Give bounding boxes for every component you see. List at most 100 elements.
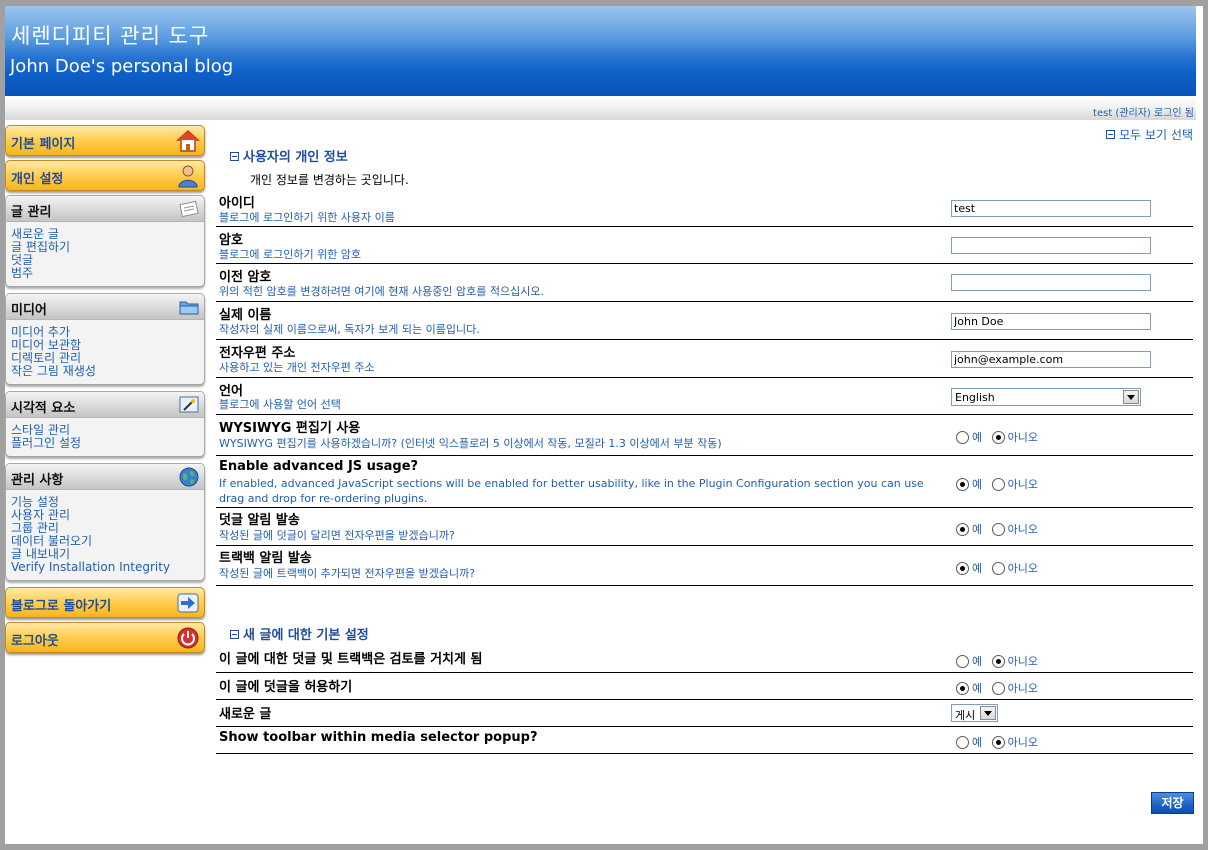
section-personal-info[interactable]: 사용자의 개인 정보: [230, 146, 348, 165]
field-label: 덧글 알림 발송: [219, 513, 300, 528]
radio-yes-label: 예: [972, 682, 983, 695]
menu-rebuild-thumbs[interactable]: 작은 그림 재생성: [11, 365, 199, 378]
field-language: 언어 블로그에 사용할 언어 선택 English: [216, 378, 1193, 415]
login-status: test (관리자) 로그인 됨: [1093, 108, 1194, 119]
advanced-js-radio-group: 예 아니오: [956, 476, 1044, 492]
field-label: Enable advanced JS usage?: [219, 459, 419, 474]
save-button[interactable]: 저장: [1151, 792, 1194, 814]
field-username: 아이디 블로그에 로그인하기 위한 사용자 이름: [216, 190, 1193, 227]
radio-yes[interactable]: [956, 735, 969, 749]
status-bar: test (관리자) 로그인 됨: [5, 96, 1196, 120]
field-label: 이 글에 대한 덧글 및 트랙백은 검토를 거치게 됨: [219, 652, 483, 667]
home-button[interactable]: 기본 페이지: [5, 125, 205, 156]
field-desc: If enabled, advanced JavaScript sections…: [219, 477, 924, 505]
folder-icon: [179, 301, 199, 315]
menu-edit-entries[interactable]: 글 편집하기: [11, 241, 199, 254]
password-input[interactable]: [951, 237, 1151, 254]
user-icon: [178, 165, 198, 188]
collapse-icon: [230, 152, 239, 161]
field-desc: 블로그에 사용할 언어 선택: [219, 398, 341, 411]
section-entry-defaults[interactable]: 새 글에 대한 기본 설정: [230, 624, 369, 643]
header-banner: 세렌디피티 관리 도구 John Doe's personal blog: [5, 6, 1196, 96]
radio-yes-label: 예: [972, 736, 983, 749]
field-media-toolbar: Show toolbar within media selector popup…: [216, 727, 1193, 754]
radio-no-label: 아니오: [1007, 431, 1038, 444]
field-comment-mail: 덧글 알림 발송 작성된 글에 덧글이 달리면 전자우편을 받겠습니까? 예 아…: [216, 508, 1193, 546]
menu-verify-integrity[interactable]: Verify Installation Integrity: [11, 561, 199, 574]
field-advanced-js: Enable advanced JS usage? If enabled, ad…: [216, 456, 1193, 508]
field-wysiwyg: WYSIWYG 편집기 사용 WYSIWYG 편집기를 사용하겠습니까? (인터…: [216, 415, 1193, 456]
house-icon: [176, 129, 200, 152]
section-defaults-title: 새 글에 대한 기본 설정: [243, 628, 369, 643]
username-input[interactable]: [951, 200, 1151, 217]
radio-no-label: 아니오: [1007, 562, 1038, 575]
radio-no[interactable]: [991, 430, 1005, 444]
field-desc: 작성된 글에 트랙백이 추가되면 전자우편을 받겠습니까?: [219, 567, 476, 580]
view-all-label: 모두 보기 선택: [1119, 128, 1193, 142]
media-panel: 미디어 미디어 추가 미디어 보관함 디렉토리 관리 작은 그림 재생성: [5, 293, 205, 385]
field-old-password: 이전 암호 위의 적힌 암호를 변경하려면 여기에 현재 사용중인 암호를 적으…: [216, 264, 1193, 302]
visual-panel: 시각적 요소 스타일 관리 플러그인 설정: [5, 391, 205, 457]
back-to-blog-button[interactable]: 블로그로 돌아가기: [5, 587, 205, 618]
field-label: 실제 이름: [219, 308, 272, 323]
entries-title: 글 관리: [11, 205, 52, 220]
field-new-entry-status: 새로운 글 게시: [216, 700, 1193, 727]
radio-yes-label: 예: [972, 478, 983, 491]
field-label: Show toolbar within media selector popup…: [219, 730, 538, 745]
radio-no[interactable]: [991, 735, 1005, 749]
radio-yes[interactable]: [956, 681, 969, 695]
radio-yes[interactable]: [956, 654, 969, 668]
field-email: 전자우편 주소 사용하고 있는 개인 전자우편 주소: [216, 340, 1193, 378]
radio-no[interactable]: [991, 681, 1005, 695]
field-desc: 블로그에 로그인하기 위한 암호: [219, 248, 362, 261]
radio-no[interactable]: [991, 477, 1005, 491]
field-label: WYSIWYG 편집기 사용: [219, 421, 361, 436]
field-label: 암호: [219, 233, 243, 248]
globe-icon: [179, 467, 199, 487]
email-input[interactable]: [951, 351, 1151, 368]
comment-mail-radio-group: 예 아니오: [956, 521, 1044, 537]
back-to-blog-label: 블로그로 돌아가기: [11, 599, 112, 614]
admin-panel: 관리 사항 기능 설정 사용자 관리 그룹 관리 데이터 불러오기 글 내보내기…: [5, 463, 205, 581]
view-all-toggle[interactable]: 모두 보기 선택: [1106, 126, 1193, 143]
radio-no[interactable]: [991, 654, 1005, 668]
selected-value: 게시: [955, 709, 976, 722]
radio-yes-label: 예: [972, 655, 983, 668]
radio-yes[interactable]: [956, 561, 969, 575]
logout-label: 로그아웃: [11, 634, 59, 649]
logout-button[interactable]: 로그아웃: [5, 622, 205, 653]
home-label: 기본 페이지: [11, 137, 76, 152]
allow-comments-radio-group: 예 아니오: [956, 680, 1044, 696]
radio-yes[interactable]: [956, 522, 969, 536]
menu-categories[interactable]: 범주: [11, 267, 199, 280]
menu-comments[interactable]: 덧글: [11, 254, 199, 267]
personal-settings-button[interactable]: 개인 설정: [5, 160, 205, 191]
field-label: 새로운 글: [219, 707, 272, 722]
intro-text: 개인 정보를 변경하는 곳입니다.: [250, 173, 409, 187]
app-title: 세렌디피티 관리 도구: [11, 24, 210, 48]
field-label: 전자우편 주소: [219, 346, 296, 361]
field-realname: 실제 이름 작성자의 실제 이름으로써, 독자가 보게 되는 이름입니다.: [216, 302, 1193, 340]
menu-plugin-settings[interactable]: 플러그인 설정: [11, 437, 199, 450]
media-toolbar-radio-group: 예 아니오: [956, 734, 1044, 750]
field-desc: 사용하고 있는 개인 전자우편 주소: [219, 361, 375, 374]
realname-input[interactable]: [951, 313, 1151, 330]
chevron-down-icon: [1123, 390, 1139, 404]
media-title: 미디어: [11, 303, 47, 318]
arrow-right-icon: [177, 593, 199, 613]
radio-no-label: 아니오: [1007, 736, 1038, 749]
field-desc: 블로그에 로그인하기 위한 사용자 이름: [219, 211, 395, 224]
radio-yes[interactable]: [956, 477, 969, 491]
collapse-icon: [1106, 130, 1116, 139]
language-select[interactable]: English: [951, 388, 1141, 406]
radio-yes-label: 예: [972, 523, 983, 536]
power-icon: [177, 627, 199, 649]
radio-no[interactable]: [991, 561, 1005, 575]
entries-panel: 글 관리 새로운 글 글 편집하기 덧글 범주: [5, 195, 205, 287]
old-password-input[interactable]: [951, 274, 1151, 291]
visual-title: 시각적 요소: [11, 401, 76, 416]
radio-yes[interactable]: [956, 430, 969, 444]
admin-title: 관리 사항: [11, 473, 64, 488]
entry-status-select[interactable]: 게시: [951, 704, 998, 722]
radio-no[interactable]: [991, 522, 1005, 536]
